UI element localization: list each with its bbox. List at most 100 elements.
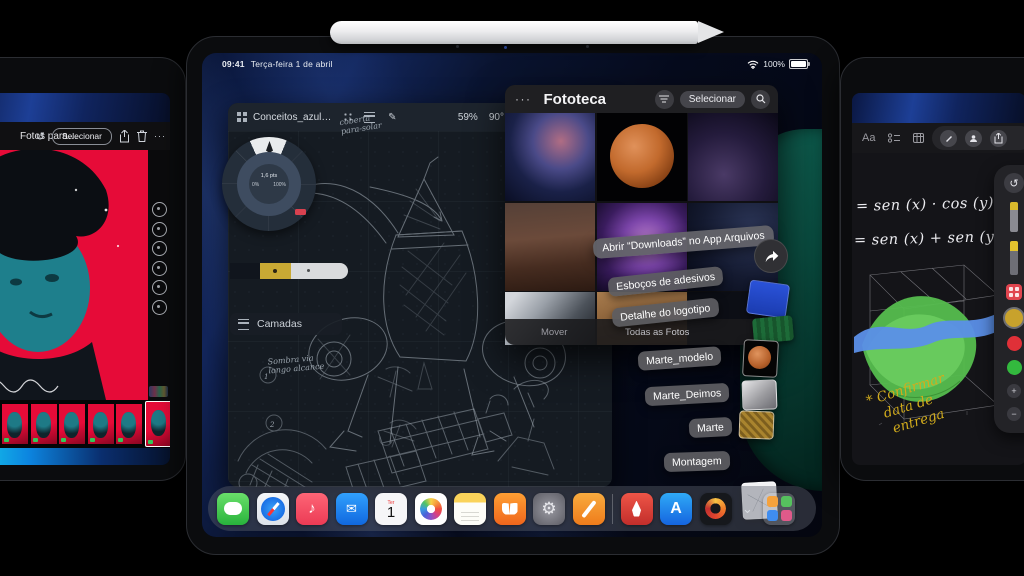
drag-item-thumb-deimos[interactable] (741, 379, 777, 410)
document-title[interactable]: Conceitos_azul… (253, 112, 331, 123)
share-icon[interactable] (119, 130, 130, 143)
color-green[interactable] (1007, 360, 1022, 375)
dock-app-safari-icon[interactable] (257, 493, 289, 525)
gallery-icon[interactable] (237, 112, 247, 122)
add-color-button[interactable]: + (1007, 384, 1021, 398)
fototeca-select-button[interactable]: Selecionar (680, 91, 745, 108)
color-tool-icon[interactable] (152, 280, 167, 295)
table-icon[interactable] (913, 133, 924, 143)
status-bar: 09:41Terça-feira 1 de abril 100% (202, 57, 822, 73)
left-photos-toolbar: Fotos para… ↺ Selecionar ··· (0, 122, 170, 150)
dock-app-books-icon[interactable] (494, 493, 526, 525)
collaborate-icon[interactable] (965, 130, 982, 147)
dock-app-notes-icon[interactable] (454, 493, 486, 525)
filmstrip-thumb[interactable] (88, 404, 114, 444)
left-photo-canvas[interactable] (0, 150, 148, 400)
opacity-min: 0% (252, 182, 259, 188)
dock-app-calendar-icon[interactable]: Ter 1 (375, 493, 407, 525)
blue-sticker (746, 279, 790, 318)
dock-app-drawing-icon[interactable] (573, 493, 605, 525)
layers-button[interactable]: Camadas (230, 313, 342, 335)
checklist-icon[interactable] (888, 133, 900, 143)
filmstrip-thumb[interactable] (116, 404, 142, 444)
dock-chevron-icon[interactable]: ⌄ (742, 501, 753, 517)
eraser-red-badge (295, 209, 306, 215)
filters-tool-icon[interactable] (152, 222, 167, 237)
dock-app-rocket-icon[interactable] (621, 493, 653, 525)
photo-mars-planet[interactable] (597, 113, 687, 201)
filmstrip-thumb[interactable] (2, 404, 28, 444)
left-select-button[interactable]: Selecionar (52, 128, 112, 145)
trash-icon[interactable] (137, 130, 147, 142)
exposure-tool-icon[interactable] (152, 261, 167, 276)
minimize-palette-button[interactable]: − (1007, 407, 1021, 421)
pencil-tool-selected-icon[interactable] (1010, 241, 1018, 275)
pen-circle-icon[interactable] (940, 130, 957, 147)
drag-item-thumb-marte[interactable] (739, 410, 775, 439)
dock-app-appstore-icon[interactable]: A (660, 493, 692, 525)
dock-app-music-icon[interactable]: ♪ (296, 493, 328, 525)
dock-app-library-icon[interactable] (763, 493, 795, 525)
equation-2: = sen (x) + sen (y) (854, 229, 1001, 249)
dock-app-photos-icon[interactable] (415, 493, 447, 525)
color-swatch-yellow[interactable] (260, 263, 291, 279)
dock-app-mail-icon[interactable]: ✉ (336, 493, 368, 525)
undo-icon[interactable]: ↺ (36, 130, 45, 143)
sketch-marker-2: 2 (270, 421, 274, 429)
crop-tool-icon[interactable] (152, 202, 167, 217)
equation-1: = sen (x) · cos (y) (856, 195, 994, 215)
filmstrip-thumb[interactable] (59, 404, 85, 444)
status-date: Terça-feira 1 de abril (251, 59, 333, 69)
filmstrip (0, 400, 170, 448)
rotation-value[interactable]: 90° (489, 112, 504, 123)
histogram (149, 386, 168, 397)
drag-item-thumb-mars-modelo[interactable] (742, 339, 779, 378)
adjust-tool-icon[interactable] (152, 241, 167, 256)
color-swatch-light[interactable] (291, 263, 348, 279)
dock: ♪ ✉ Ter 1 ⚙ A ⌄ (208, 486, 816, 531)
color-strip[interactable] (230, 263, 348, 279)
right-ipad-screen: Aa = sen (x) · cos (y) = sen (x) + sen (… (852, 93, 1024, 465)
drag-item-label[interactable]: Montagem (664, 451, 730, 472)
dock-app-concepts-icon[interactable] (700, 493, 732, 525)
drag-item-label[interactable]: Marte (689, 417, 733, 438)
color-yellow-selected[interactable] (1005, 309, 1023, 327)
fototeca-header: ··· Fototeca Selecionar (505, 85, 778, 113)
dock-app-messages-icon[interactable] (217, 493, 249, 525)
pencil-tool-icon[interactable] (1010, 202, 1018, 232)
layers-label: Camadas (257, 318, 302, 330)
battery-icon (789, 59, 808, 69)
photo-mars-surface[interactable] (505, 203, 595, 291)
apple-pencil (330, 21, 698, 44)
move-button[interactable]: Mover (541, 327, 567, 338)
filmstrip-thumb-selected[interactable] (145, 401, 171, 447)
sticker-tool-icon[interactable] (1006, 284, 1022, 300)
undo-icon[interactable]: ↺ (1004, 173, 1024, 193)
battery-percent: 100% (763, 59, 785, 69)
rotate-tool-icon[interactable] (152, 300, 167, 315)
color-red[interactable] (1007, 336, 1022, 351)
window-more-icon[interactable]: ··· (515, 92, 532, 106)
ellipsis-icon[interactable]: ··· (154, 131, 166, 141)
brush-wheel[interactable]: 1,6 pts 0% 100% (222, 137, 316, 231)
scene: Fotos para… ↺ Selecionar ··· (0, 0, 1024, 576)
dock-app-settings-icon[interactable]: ⚙ (533, 493, 565, 525)
sketch-marker-1: 1 (264, 373, 268, 381)
share-icon[interactable] (990, 130, 1007, 147)
front-camera-dot (456, 45, 459, 48)
notes-toolbar-pill (932, 126, 1024, 150)
photo-nebula-dark[interactable] (688, 113, 778, 201)
album-label: Todas as Fotos (625, 327, 689, 338)
filter-icon[interactable] (655, 90, 674, 109)
search-icon[interactable] (751, 90, 770, 109)
photo-nebula-blue[interactable] (505, 113, 595, 201)
left-bottom-gradient (0, 448, 170, 465)
color-swatch-dark[interactable] (230, 263, 260, 279)
share-arrow-button[interactable] (754, 239, 788, 273)
wifi-icon (747, 60, 759, 69)
zoom-level[interactable]: 59% (458, 112, 478, 123)
text-format-button[interactable]: Aa (862, 132, 875, 144)
pen-tool-icon[interactable]: ✎ (386, 111, 398, 123)
layers-icon (238, 319, 249, 330)
filmstrip-thumb[interactable] (31, 404, 57, 444)
